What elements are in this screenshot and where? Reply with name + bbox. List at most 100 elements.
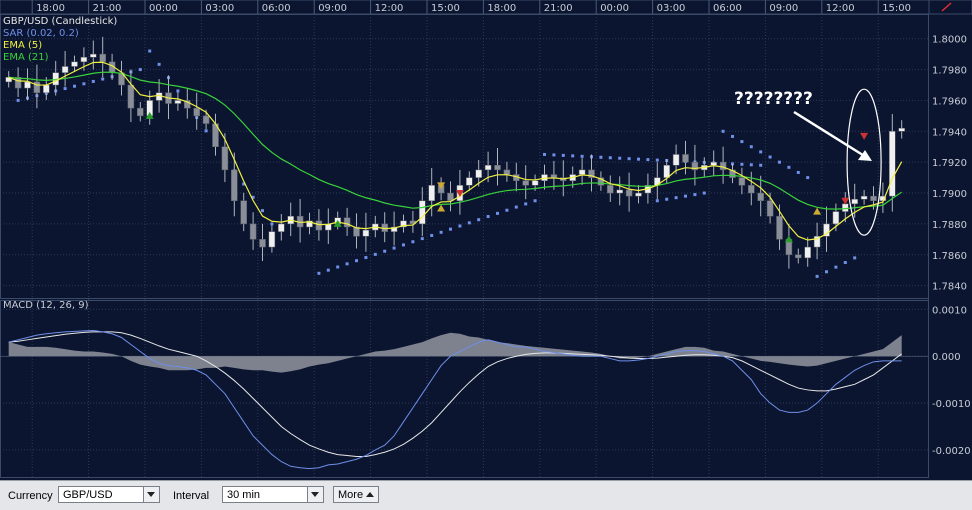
currency-select-value: GBP/USD xyxy=(63,489,113,501)
price-tick-label: 1.7860 xyxy=(932,251,967,262)
currency-select[interactable]: GBP/USD xyxy=(58,486,160,503)
candle-body xyxy=(71,61,78,67)
sar-point xyxy=(693,193,697,197)
annotation-text: ???????? xyxy=(734,89,813,109)
chevron-down-icon[interactable] xyxy=(307,487,323,502)
x-tick-label: 15:00 xyxy=(431,3,460,14)
sar-point xyxy=(684,194,687,198)
macd-tick-label: -0.0010 xyxy=(932,399,971,410)
sar-point xyxy=(778,160,781,164)
sar-point xyxy=(655,158,659,162)
sar-point xyxy=(91,79,95,83)
candle-body xyxy=(522,180,529,186)
x-tick-label: 03:00 xyxy=(205,3,234,14)
sar-point xyxy=(637,157,640,161)
candle-body xyxy=(484,165,492,171)
candle-body xyxy=(550,174,558,178)
draw-tool-corner[interactable] xyxy=(928,0,972,15)
chart-area: 18:00 21:00 00:00 03:00 06:00 09:00 12:00 15:00… xyxy=(0,0,972,480)
candle-body xyxy=(259,239,266,248)
sar-point xyxy=(552,153,556,157)
candle-body xyxy=(43,84,50,93)
candle-body xyxy=(663,165,670,178)
candle-body xyxy=(503,169,511,175)
candle-body xyxy=(607,185,614,194)
candle-body xyxy=(719,161,727,171)
candle-body xyxy=(851,198,858,205)
candle-body xyxy=(776,215,783,240)
x-axis: 18:00 21:00 00:00 03:00 06:00 09:00 12:00 15:00… xyxy=(0,0,972,15)
sar-point xyxy=(73,84,76,88)
interval-select[interactable]: 30 min xyxy=(222,486,324,503)
toolbar: Currency GBP/USD Interval 30 min More xyxy=(0,480,972,510)
more-button-label: More xyxy=(338,489,364,501)
sar-point xyxy=(655,199,659,203)
sar-point xyxy=(496,211,499,215)
chevron-down-icon[interactable] xyxy=(143,487,159,502)
candle-body xyxy=(90,53,97,58)
sar-point xyxy=(364,256,368,260)
price-tick-label: 1.7960 xyxy=(932,96,967,107)
sar-point xyxy=(204,129,208,133)
x-tick-label: 06:00 xyxy=(262,3,291,14)
candle-body xyxy=(193,107,200,117)
sar-point xyxy=(458,224,462,228)
sar-point xyxy=(176,89,180,93)
sar-point xyxy=(627,157,631,161)
price-tick-label: 1.7900 xyxy=(932,189,967,200)
sar-point xyxy=(543,152,546,156)
candle-body xyxy=(80,56,88,63)
candle-body xyxy=(494,165,501,171)
candle-body xyxy=(419,200,426,225)
sar-point xyxy=(740,162,744,166)
sar-point xyxy=(82,82,86,86)
candle-body xyxy=(870,195,877,202)
candle-body xyxy=(898,127,905,132)
sar-point xyxy=(317,271,321,275)
candle-body xyxy=(531,180,539,186)
candle-body xyxy=(475,169,482,178)
sar-point xyxy=(646,158,650,162)
sar-point xyxy=(411,240,415,244)
candle-body xyxy=(447,192,454,202)
sar-point xyxy=(157,62,161,66)
sar-point xyxy=(336,265,340,269)
sar-point xyxy=(477,218,481,222)
candle-body xyxy=(748,185,755,194)
sar-point xyxy=(270,222,274,226)
sar-point xyxy=(759,163,763,167)
sar-point xyxy=(420,237,424,241)
sar-point xyxy=(768,155,772,159)
sar-point xyxy=(599,155,603,159)
sar-point xyxy=(618,156,622,160)
sar-point xyxy=(101,77,105,81)
candle-body xyxy=(832,211,840,225)
candle-body xyxy=(710,161,717,166)
sar-point xyxy=(806,176,810,180)
sar-point xyxy=(608,156,612,160)
candle-body xyxy=(315,220,323,231)
macd-tick-label: 0.000 xyxy=(932,352,961,363)
sar-point xyxy=(665,197,669,201)
sar-point xyxy=(345,262,349,266)
candle-body xyxy=(221,146,229,171)
sar-point xyxy=(787,165,791,169)
candle-body xyxy=(174,100,182,104)
sar-point xyxy=(749,145,753,149)
candle-body xyxy=(795,254,802,259)
candle-body xyxy=(127,84,135,109)
sar-point xyxy=(580,154,584,158)
more-button[interactable]: More xyxy=(333,486,379,503)
sar-point xyxy=(834,265,838,269)
sar-point xyxy=(392,246,396,250)
sar-point xyxy=(63,87,67,91)
candle-body xyxy=(33,81,41,93)
candle-body xyxy=(343,217,351,228)
macd-tick-label: 0.0010 xyxy=(932,305,967,316)
macd-tick-label: -0.0020 xyxy=(932,446,971,457)
candle-body xyxy=(137,107,144,117)
price-tick-label: 1.7920 xyxy=(932,158,967,169)
sar-point xyxy=(326,268,330,272)
sar-point xyxy=(731,134,734,138)
sar-point xyxy=(467,221,471,225)
